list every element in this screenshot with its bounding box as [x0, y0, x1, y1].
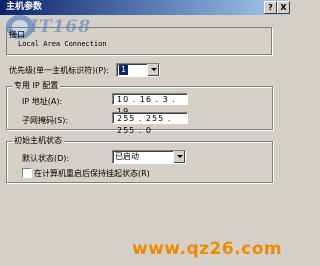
default-state-value: 已启动: [115, 152, 139, 161]
subnet-mask-field[interactable]: 255 . 255 . 255 . 0: [112, 112, 188, 135]
watermark-url: www.qz26.com: [132, 239, 283, 259]
chevron-down-icon[interactable]: [147, 64, 159, 76]
ip-address-label: IP 地址(A):: [22, 97, 63, 106]
ip-group-title: 专用 IP 配置: [12, 80, 61, 91]
priority-label: 优先级(单一主机标识符)(P):: [9, 66, 110, 75]
help-button[interactable]: ?: [264, 1, 277, 14]
persist-suspended-checkbox[interactable]: [22, 168, 32, 178]
state-group-title: 初始主机状态: [12, 135, 64, 146]
persist-suspended-label: 在计算机重启后保持挂起状态(R): [34, 169, 150, 178]
priority-select[interactable]: 1: [116, 63, 160, 77]
default-state-label: 默认状态(D):: [22, 154, 70, 163]
ip-address-field[interactable]: 10 . 16 . 3 . 19: [112, 93, 188, 116]
chevron-down-icon[interactable]: [173, 151, 185, 163]
adapter-name: Local Area Connection: [18, 40, 107, 48]
default-state-select[interactable]: 已启动: [112, 150, 186, 164]
adapter-title: 接口: [9, 30, 25, 39]
window-title: 主机参数: [6, 2, 43, 12]
priority-value: 1: [119, 65, 129, 75]
close-button[interactable]: X: [277, 1, 290, 14]
title-bar: 主机参数 ? X: [0, 0, 290, 15]
subnet-mask-label: 子网掩码(S):: [22, 116, 69, 125]
